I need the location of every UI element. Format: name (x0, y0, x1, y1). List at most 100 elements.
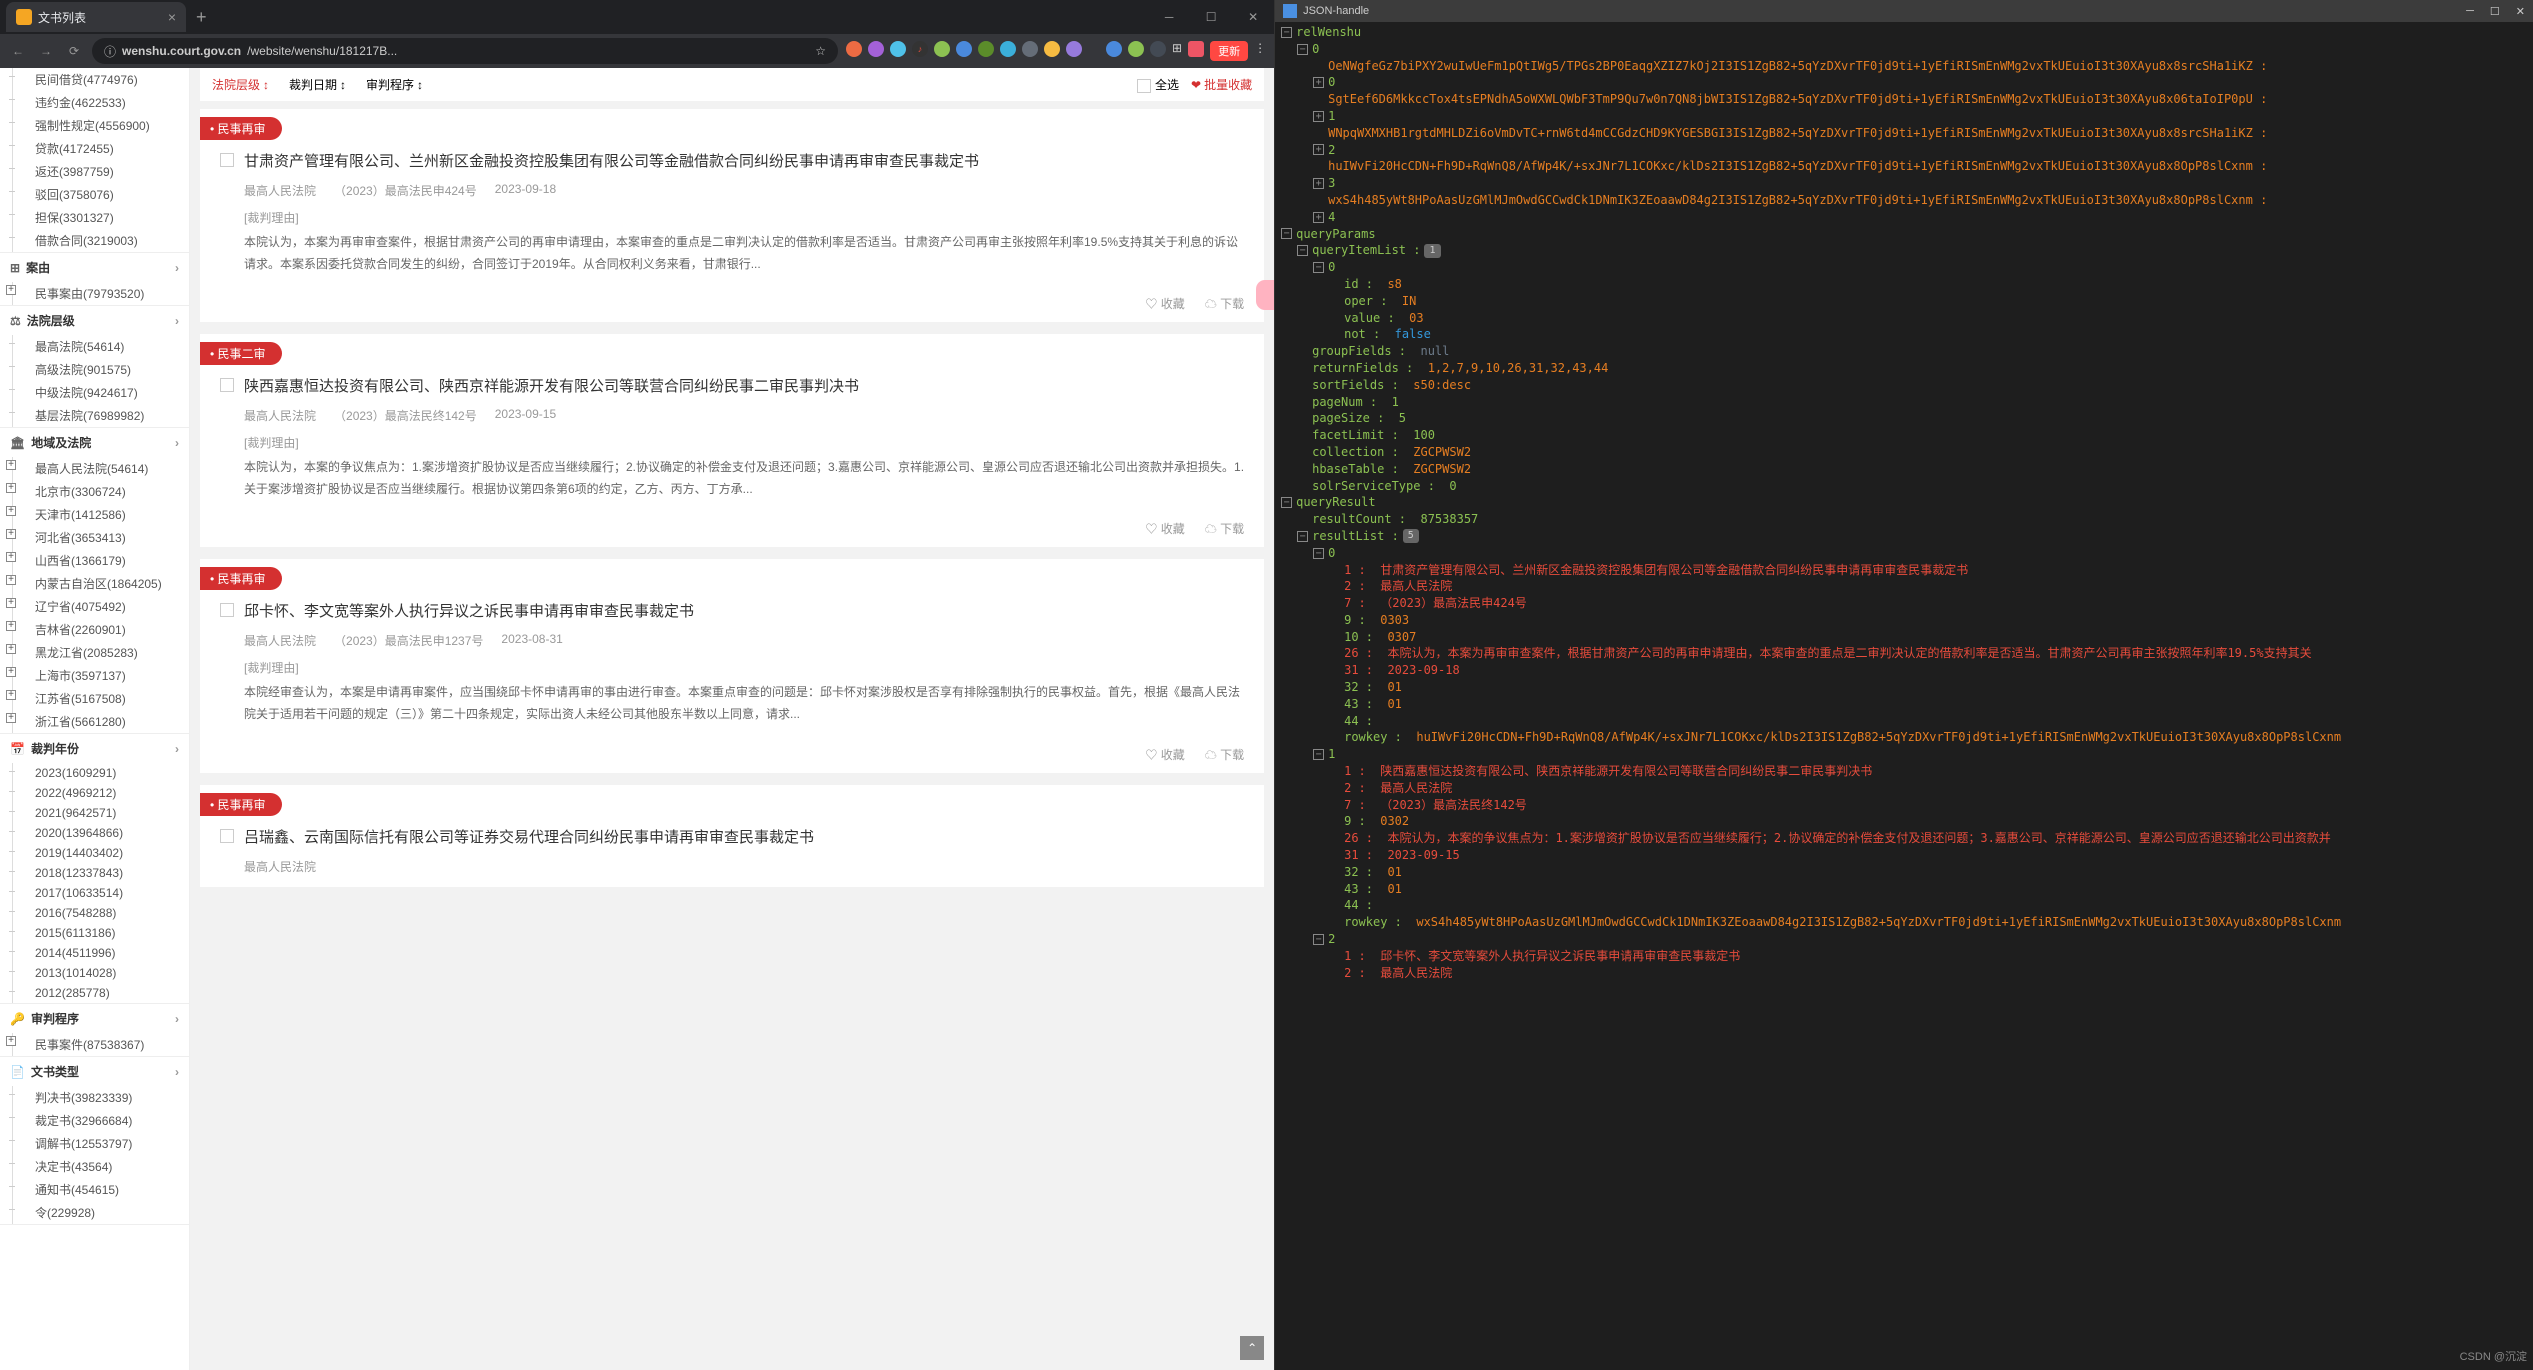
sidebar-item[interactable]: +黑龙江省(2085283) (12, 641, 189, 664)
json-line[interactable]: 1 : 邱卡怀、李文宽等案外人执行异议之诉民事申请再审审查民事裁定书 (1275, 948, 2533, 965)
sidebar-item[interactable]: 违约金(4622533) (12, 91, 189, 114)
json-min-icon[interactable]: ─ (2466, 5, 2474, 18)
json-line[interactable]: OeNWgfeGz7biPXY2wuIwUeFm1pQtIWg5/TPGs2BP… (1275, 58, 2533, 75)
json-line[interactable]: −queryResult (1275, 494, 2533, 511)
json-tree[interactable]: −relWenshu−0OeNWgfeGz7biPXY2wuIwUeFm1pQt… (1275, 22, 2533, 1370)
json-line[interactable]: −relWenshu (1275, 24, 2533, 41)
json-line[interactable]: −queryParams (1275, 226, 2533, 243)
toggle-icon[interactable]: − (1313, 749, 1324, 760)
case-checkbox[interactable] (220, 153, 234, 167)
toggle-icon[interactable]: − (1313, 548, 1324, 559)
json-line[interactable]: −0 (1275, 259, 2533, 276)
json-line[interactable]: +3 (1275, 175, 2533, 192)
json-line[interactable]: WNpqWXMXHB1rgtdMHLDZi6oVmDvTC+rnW6td4mCC… (1275, 125, 2533, 142)
json-close-icon[interactable]: ✕ (2516, 5, 2525, 18)
sidebar-item[interactable]: +辽宁省(4075492) (12, 595, 189, 618)
json-line[interactable]: not : false (1275, 326, 2533, 343)
sidebar-item[interactable]: +山西省(1366179) (12, 549, 189, 572)
nav-forward-icon[interactable]: → (36, 44, 56, 58)
sidebar-header-doc[interactable]: 📄文书类型› (0, 1057, 189, 1086)
sidebar-item[interactable]: 2016(7548288) (12, 903, 189, 923)
json-line[interactable]: 7 : （2023）最高法民终142号 (1275, 797, 2533, 814)
json-line[interactable]: −0 (1275, 41, 2533, 58)
ext-icon[interactable] (1000, 41, 1016, 57)
sidebar-item[interactable]: 返还(3987759) (12, 160, 189, 183)
toggle-icon[interactable]: + (1313, 77, 1324, 88)
json-line[interactable]: 43 : 01 (1275, 881, 2533, 898)
filter-court-level[interactable]: 法院层级↕ (212, 76, 269, 93)
json-line[interactable]: 26 : 本院认为，本案为再审审查案件，根据甘肃资产公司的再审申请理由，本案审查… (1275, 645, 2533, 662)
case-title[interactable]: 吕瑞鑫、云南国际信托有限公司等证券交易代理合同纠纷民事申请再审审查民事裁定书 (244, 826, 814, 850)
sidebar-item[interactable]: 决定书(43564) (12, 1155, 189, 1178)
ext-icon[interactable] (1066, 41, 1082, 57)
ext-icon[interactable] (1188, 41, 1204, 57)
json-line[interactable]: solrServiceType : 0 (1275, 478, 2533, 495)
toggle-icon[interactable]: − (1313, 934, 1324, 945)
json-line[interactable]: −resultList :5 (1275, 528, 2533, 545)
batch-favorite-button[interactable]: ❤ 批量收藏 (1191, 76, 1252, 93)
favorite-button[interactable]: ♡ 收藏 (1145, 295, 1184, 312)
toggle-icon[interactable]: − (1281, 228, 1292, 239)
sidebar-item[interactable]: +上海市(3597137) (12, 664, 189, 687)
sidebar-item[interactable]: 强制性规定(4556900) (12, 114, 189, 137)
toggle-icon[interactable]: + (1313, 212, 1324, 223)
json-line[interactable]: 32 : 01 (1275, 679, 2533, 696)
ext-icon[interactable] (890, 41, 906, 57)
download-button[interactable]: ☁ 下载 (1205, 520, 1244, 537)
download-button[interactable]: ☁ 下载 (1205, 746, 1244, 763)
ext-icon[interactable] (846, 41, 862, 57)
window-close-icon[interactable]: ✕ (1232, 0, 1274, 34)
sidebar-item[interactable]: +北京市(3306724) (12, 480, 189, 503)
sidebar-item[interactable]: +民事案由(79793520) (12, 282, 189, 305)
update-button[interactable]: 更新 (1210, 41, 1248, 61)
ext-icon[interactable] (1128, 41, 1144, 57)
sidebar-item[interactable]: 2023(1609291) (12, 763, 189, 783)
toggle-icon[interactable]: + (1313, 111, 1324, 122)
json-line[interactable]: oper : IN (1275, 293, 2533, 310)
json-line[interactable]: wxS4h485yWt8HPoAasUzGMlMJmOwdGCCwdCk1DNm… (1275, 192, 2533, 209)
toggle-icon[interactable]: + (1313, 144, 1324, 155)
nav-reload-icon[interactable]: ⟳ (64, 44, 84, 58)
sidebar-header-proc[interactable]: 🔑审判程序› (0, 1004, 189, 1033)
sidebar-item[interactable]: 通知书(454615) (12, 1178, 189, 1201)
json-max-icon[interactable]: ☐ (2490, 5, 2500, 18)
sidebar-item[interactable]: 借款合同(3219003) (12, 229, 189, 252)
json-line[interactable]: huIWvFi20HcCDN+Fh9D+RqWnQ8/AfWp4K/+sxJNr… (1275, 158, 2533, 175)
sidebar-item[interactable]: 2014(4511996) (12, 943, 189, 963)
sidebar-item[interactable]: +民事案件(87538367) (12, 1033, 189, 1056)
sidebar-item[interactable]: 基层法院(76989982) (12, 404, 189, 427)
sidebar-item[interactable]: 令(229928) (12, 1201, 189, 1224)
side-floating-tab[interactable] (1256, 280, 1274, 310)
toggle-icon[interactable]: − (1297, 531, 1308, 542)
json-line[interactable]: 32 : 01 (1275, 864, 2533, 881)
menu-icon[interactable]: ⋮ (1254, 41, 1266, 61)
sidebar-item[interactable]: 2012(285778) (12, 983, 189, 1003)
puzzle-icon[interactable]: ⊞ (1172, 41, 1182, 61)
select-all-checkbox[interactable]: 全选 (1137, 76, 1179, 93)
sidebar-item[interactable]: 2022(4969212) (12, 783, 189, 803)
sidebar-item[interactable]: 2019(14403402) (12, 843, 189, 863)
sidebar-item[interactable]: 最高法院(54614) (12, 335, 189, 358)
case-checkbox[interactable] (220, 378, 234, 392)
filter-date[interactable]: 裁判日期↕ (289, 76, 346, 93)
sidebar-header-court[interactable]: ⚖法院层级› (0, 306, 189, 335)
json-line[interactable]: 44 : (1275, 897, 2533, 914)
json-line[interactable]: +1 (1275, 108, 2533, 125)
json-line[interactable]: 43 : 01 (1275, 696, 2533, 713)
ext-icon[interactable] (934, 41, 950, 57)
json-line[interactable]: hbaseTable : ZGCPWSW2 (1275, 461, 2533, 478)
tab-add-button[interactable]: + (196, 7, 207, 28)
json-line[interactable]: pageSize : 5 (1275, 410, 2533, 427)
toggle-icon[interactable]: − (1297, 245, 1308, 256)
sidebar-item[interactable]: 中级法院(9424617) (12, 381, 189, 404)
sidebar-item[interactable]: 判决书(39823339) (12, 1086, 189, 1109)
json-line[interactable]: 31 : 2023-09-18 (1275, 662, 2533, 679)
json-line[interactable]: id : s8 (1275, 276, 2533, 293)
json-line[interactable]: 2 : 最高人民法院 (1275, 965, 2533, 982)
json-line[interactable]: 31 : 2023-09-15 (1275, 847, 2533, 864)
ext-icon[interactable] (1022, 41, 1038, 57)
sidebar-item[interactable]: +浙江省(5661280) (12, 710, 189, 733)
json-line[interactable]: −queryItemList :1 (1275, 242, 2533, 259)
json-line[interactable]: sortFields : s50:desc (1275, 377, 2533, 394)
json-line[interactable]: returnFields : 1,2,7,9,10,26,31,32,43,44 (1275, 360, 2533, 377)
